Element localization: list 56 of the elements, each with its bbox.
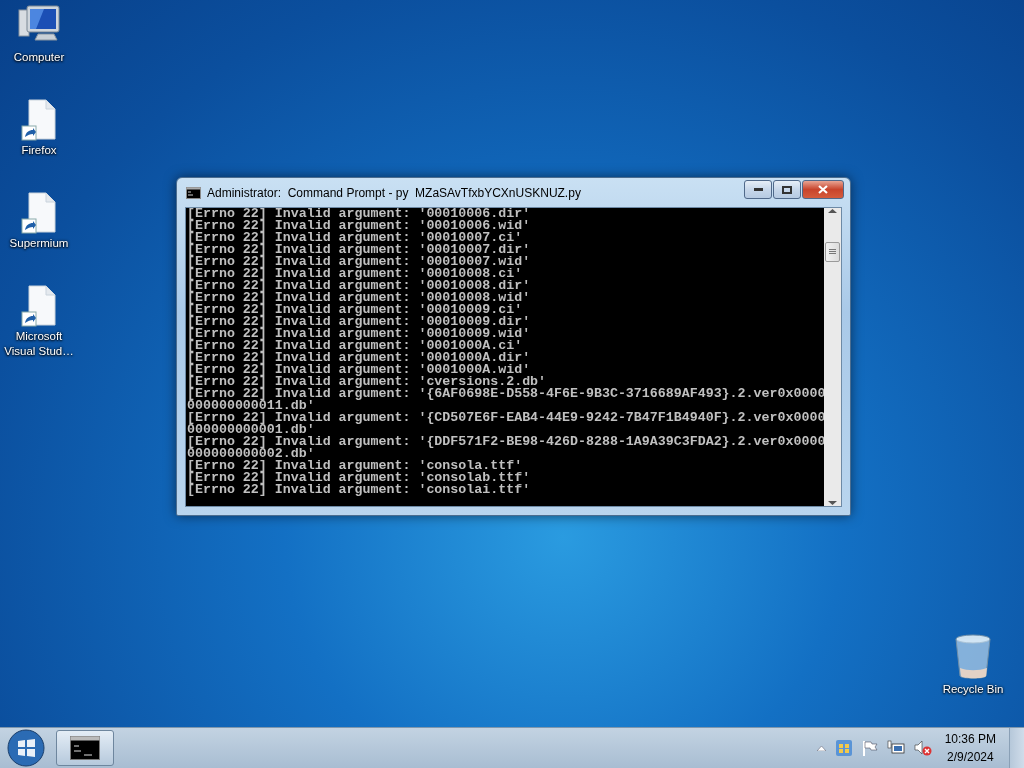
console-line: [Errno 22] Invalid argument: '00010007.dir' bbox=[187, 244, 532, 256]
console-line: [Errno 22] Invalid argument: '00010008.dir' bbox=[187, 280, 532, 292]
console-icon bbox=[186, 186, 201, 199]
clock[interactable]: 10:36 PM 2/9/2024 bbox=[940, 730, 1000, 766]
console-line: [Errno 22] Invalid argument: '0001000A.dir' bbox=[187, 352, 532, 364]
scroll-down-icon[interactable] bbox=[828, 500, 837, 506]
console-line: 000000000002.db' bbox=[187, 448, 315, 460]
desktop-icon-label[interactable]: Supermium bbox=[1, 236, 77, 251]
maximize-button[interactable] bbox=[773, 180, 801, 199]
network-icon[interactable] bbox=[886, 740, 905, 756]
scroll-up-icon[interactable] bbox=[828, 208, 837, 214]
console-line: [Errno 22] Invalid argument: 'cversions.2.db' bbox=[187, 376, 547, 388]
scrollbar-thumb[interactable] bbox=[825, 242, 840, 262]
shortcut-file-icon bbox=[21, 285, 57, 327]
clock-time: 10:36 PM bbox=[944, 731, 996, 748]
console-line: [Errno 22] Invalid argument: '00010009.dir' bbox=[187, 316, 532, 328]
console-icon bbox=[70, 736, 100, 760]
console-line: [Errno 22] Invalid argument: '0001000A.ci' bbox=[187, 340, 523, 352]
console-line: [Errno 22] Invalid argument: 'consolab.ttf' bbox=[187, 472, 532, 484]
show-hidden-icons-icon[interactable] bbox=[816, 745, 826, 751]
clock-date: 2/9/2024 bbox=[946, 749, 994, 766]
shortcut-file-icon bbox=[21, 192, 57, 234]
start-button-icon[interactable] bbox=[6, 728, 46, 768]
console-line: [Errno 22] Invalid argument: 'consola.ttf' bbox=[187, 460, 523, 472]
desktop-icon-label[interactable]: Computer bbox=[1, 50, 77, 65]
command-prompt-taskbar-button[interactable] bbox=[56, 730, 114, 766]
console-line: [Errno 22] Invalid argument: '00010008.wid' bbox=[187, 292, 532, 304]
scrollbar[interactable] bbox=[824, 208, 841, 506]
minimize-button[interactable] bbox=[744, 180, 772, 199]
console-line: [Errno 22] Invalid argument: '00010007.ci' bbox=[187, 232, 523, 244]
console-line: [Errno 22] Invalid argument: '00010006.dir' bbox=[187, 208, 532, 220]
console-line: [Errno 22] Invalid argument: '00010009.ci' bbox=[187, 304, 523, 316]
close-button[interactable] bbox=[802, 180, 844, 199]
desktop-icon-label[interactable]: Microsoft Visual Stud… bbox=[1, 329, 77, 359]
console-line: [Errno 22] Invalid argument: 'consolai.ttf' bbox=[187, 484, 532, 496]
desktop-icon-label[interactable]: Firefox bbox=[1, 143, 77, 158]
console-line: [Errno 22] Invalid argument: '00010008.ci' bbox=[187, 268, 523, 280]
close-icon bbox=[818, 185, 828, 194]
flag-icon[interactable] bbox=[861, 740, 878, 756]
speaker-muted-icon[interactable] bbox=[913, 740, 932, 756]
shortcut-file-icon bbox=[21, 99, 57, 141]
minimize-icon bbox=[753, 188, 763, 191]
console-line: [Errno 22] Invalid argument: '00010006.wid' bbox=[187, 220, 532, 232]
recycle-bin-icon bbox=[954, 634, 992, 680]
maximize-icon bbox=[782, 185, 792, 194]
console-line: 000000000011.db' bbox=[187, 400, 315, 412]
console-line: 000000000001.db' bbox=[187, 424, 315, 436]
console-line: [Errno 22] Invalid argument: '{DDF571F2-BE98-426D-8288-1A9A39C3FDA2}.2.ver0x0000 bbox=[187, 436, 824, 448]
console-line: [Errno 22] Invalid argument: '00010009.wid' bbox=[187, 328, 532, 340]
desktop-icon-label[interactable]: Recycle Bin bbox=[935, 682, 1011, 697]
console-line: [Errno 22] Invalid argument: '{6AF0698E-D558-4F6E-9B3C-3716689AF493}.2.ver0x0000 bbox=[187, 388, 824, 400]
console-line: [Errno 22] Invalid argument: '0001000A.wid' bbox=[187, 364, 531, 376]
console-line: [Errno 22] Invalid argument: '{CD507E6F-EAB4-44E9-9242-7B47F1B4940F}.2.ver0x0000 bbox=[187, 412, 824, 424]
window-title: Administrator: Command Prompt - py MZaSAvTfxbYCXnUSKNUZ.py bbox=[207, 185, 582, 200]
grip-icon bbox=[829, 249, 836, 255]
console-line: [Errno 22] Invalid argument: '00010007.wid' bbox=[187, 256, 532, 268]
